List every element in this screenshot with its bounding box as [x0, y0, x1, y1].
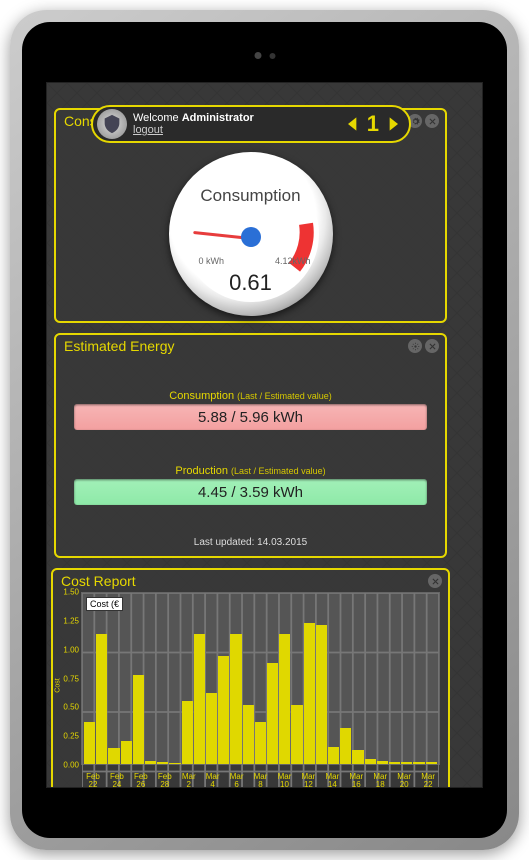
last-updated: Last updated: 14.03.2015: [56, 537, 445, 548]
pager-next-icon[interactable]: [383, 112, 403, 136]
xtick: Mar 14: [320, 773, 344, 788]
consumption-gauge-panel: Cons Welcome Administrator logout: [54, 108, 447, 323]
chart-yaxis: 0.000.250.500.751.001.251.50: [57, 592, 79, 765]
panel-title: Cost Report: [53, 570, 448, 592]
ytick: 0.25: [63, 732, 79, 741]
gauge-hub: [241, 227, 261, 247]
cost-bar: [108, 748, 119, 764]
tablet-bezel: Cons Welcome Administrator logout: [22, 22, 507, 838]
pager: 1: [343, 111, 403, 137]
xtick: Feb 28: [153, 773, 177, 788]
xtick: Mar 8: [249, 773, 273, 788]
consumption-sublabel: (Last / Estimated value): [237, 391, 332, 401]
cost-bar: [291, 705, 302, 764]
welcome-user: Administrator: [182, 112, 254, 124]
cost-bar: [145, 761, 156, 764]
cost-bar: [279, 634, 290, 764]
production-label: Production: [175, 465, 228, 477]
welcome-text: Welcome Administrator logout: [133, 112, 254, 136]
cost-bar: [133, 675, 144, 764]
cost-bar: [401, 762, 412, 764]
cost-bar: [389, 762, 400, 764]
avatar: [97, 109, 127, 139]
close-icon[interactable]: [425, 114, 439, 128]
chart-bars: [82, 593, 439, 764]
cost-chart: Cost (€: [81, 592, 440, 765]
xtick: Feb 26: [129, 773, 153, 788]
xtick: Mar 6: [225, 773, 249, 788]
cost-bar: [267, 663, 278, 764]
app-screen: Cons Welcome Administrator logout: [46, 82, 483, 788]
cost-bar: [169, 763, 180, 764]
production-bar: 4.45 / 3.59 kWh: [74, 479, 427, 505]
ytick: 0.50: [63, 703, 79, 712]
consumption-label-row: Consumption (Last / Estimated value): [74, 390, 427, 402]
cost-bar: [121, 741, 132, 764]
xtick: Mar 16: [344, 773, 368, 788]
cost-bar: [182, 701, 193, 764]
cost-bar: [340, 728, 351, 764]
tablet-camera: [254, 52, 275, 59]
cost-bar: [84, 722, 95, 764]
cost-bar: [230, 634, 241, 764]
cost-bar: [243, 705, 254, 764]
xtick: Mar 12: [296, 773, 320, 788]
cost-bar: [206, 693, 217, 764]
gauge-max-label: 4.12kWh: [275, 256, 311, 266]
production-value: 4.45 / 3.59 kWh: [198, 484, 303, 501]
cost-bar: [328, 747, 339, 764]
ytick: 1.25: [63, 616, 79, 625]
ytick: 0.75: [63, 674, 79, 683]
gauge-label: Consumption: [169, 186, 333, 206]
production-label-row: Production (Last / Estimated value): [74, 465, 427, 477]
cost-report-panel: Cost Report Cost 0.000.250.500.751.001.2…: [51, 568, 450, 788]
consumption-label: Consumption: [169, 390, 234, 402]
production-sublabel: (Last / Estimated value): [231, 466, 326, 476]
gauge-value: 0.61: [169, 270, 333, 296]
logout-link[interactable]: logout: [133, 124, 163, 136]
gauge-min-label: 0 kWh: [199, 256, 225, 266]
consumption-gauge: Consumption 0 kWh 4.12kWh 0.61: [169, 152, 333, 316]
consumption-estimate: Consumption (Last / Estimated value) 5.8…: [74, 390, 427, 430]
xtick: Feb 24: [105, 773, 129, 788]
xtick: Mar 4: [201, 773, 225, 788]
xtick: Mar 2: [177, 773, 201, 788]
tablet-frame: Cons Welcome Administrator logout: [10, 10, 519, 850]
cost-bar: [194, 634, 205, 764]
cost-bar: [352, 750, 363, 764]
cost-bar: [316, 625, 327, 764]
cost-bar: [377, 761, 388, 764]
cost-bar: [218, 656, 229, 764]
ytick: 0.00: [63, 761, 79, 770]
xtick: Feb 22: [81, 773, 105, 788]
close-icon[interactable]: [428, 574, 442, 588]
cost-bar: [255, 722, 266, 764]
xtick: Mar 20: [392, 773, 416, 788]
gear-icon[interactable]: [408, 339, 422, 353]
consumption-bar: 5.88 / 5.96 kWh: [74, 404, 427, 430]
xtick: Mar 10: [273, 773, 297, 788]
pager-prev-icon[interactable]: [343, 112, 363, 136]
xtick: Mar 22: [416, 773, 440, 788]
production-estimate: Production (Last / Estimated value) 4.45…: [74, 465, 427, 505]
cost-bar: [96, 634, 107, 764]
xtick: Mar 18: [368, 773, 392, 788]
pager-number: 1: [367, 111, 379, 137]
chart-xaxis: Feb 22Feb 24Feb 26Feb 28Mar 2Mar 4Mar 6M…: [81, 773, 440, 788]
ytick: 1.00: [63, 645, 79, 654]
welcome-bar: Welcome Administrator logout 1: [91, 105, 411, 143]
panel-title: Estimated Energy: [56, 335, 445, 357]
consumption-value: 5.88 / 5.96 kWh: [198, 409, 303, 426]
cost-bar: [304, 623, 315, 764]
cost-bar: [426, 762, 437, 764]
cost-bar: [157, 762, 168, 764]
close-icon[interactable]: [425, 339, 439, 353]
ytick: 1.50: [63, 588, 79, 597]
cost-bar: [413, 762, 424, 764]
welcome-prefix: Welcome: [133, 112, 182, 124]
cost-bar: [365, 759, 376, 764]
estimated-energy-panel: Estimated Energy Consumption (Last / Est…: [54, 333, 447, 558]
